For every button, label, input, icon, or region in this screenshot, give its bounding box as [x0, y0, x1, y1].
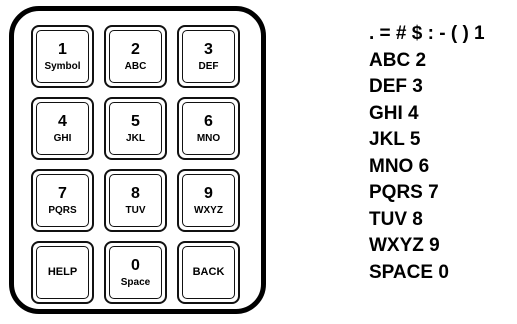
key-letters: PQRS [48, 204, 77, 216]
key-1[interactable]: 1 Symbol [31, 25, 94, 88]
help-key[interactable]: HELP [31, 241, 94, 304]
key-legend: . = # $ : - ( ) 1 ABC 2 DEF 3 GHI 4 JKL … [369, 21, 485, 286]
legend-item-pqrs: PQRS 7 [369, 182, 439, 203]
key-7[interactable]: 7 PQRS [31, 169, 94, 232]
key-0[interactable]: 0 Space [104, 241, 167, 304]
legend-item-jkl: JKL 5 [369, 129, 421, 150]
legend-item-wxyz: WXYZ 9 [369, 235, 440, 256]
key-letters: BACK [192, 266, 225, 278]
key-letters: Symbol [44, 60, 81, 72]
key-letters: JKL [126, 132, 145, 144]
key-2[interactable]: 2 ABC [104, 25, 167, 88]
keypad-panel: 1 Symbol 2 ABC 3 DEF 4 GHI 5 JKL 6 MNO 7… [9, 6, 266, 314]
key-digit: 3 [204, 40, 213, 58]
legend-item-def: DEF 3 [369, 76, 423, 97]
key-digit: 2 [131, 40, 140, 58]
key-4[interactable]: 4 GHI [31, 97, 94, 160]
key-digit: 0 [131, 256, 140, 274]
key-letters: HELP [47, 266, 78, 278]
key-digit: 1 [58, 40, 67, 58]
key-letters: WXYZ [194, 204, 223, 216]
key-digit: 9 [204, 184, 213, 202]
key-digit: 7 [58, 184, 67, 202]
legend-item-symbols: . = # $ : - ( ) 1 [369, 23, 485, 44]
key-digit: 4 [58, 112, 67, 130]
legend-item-space: SPACE 0 [369, 261, 449, 283]
legend-item-tuv: TUV 8 [369, 208, 423, 230]
key-8[interactable]: 8 TUV [104, 169, 167, 232]
key-letters: Space [120, 276, 151, 288]
key-letters: DEF [198, 60, 219, 72]
legend-item-mno: MNO 6 [369, 155, 430, 177]
legend-item-abc: ABC 2 [369, 49, 427, 71]
key-digit: 8 [131, 184, 140, 202]
key-3[interactable]: 3 DEF [177, 25, 240, 88]
key-digit: 6 [204, 112, 213, 130]
back-key[interactable]: BACK [177, 241, 240, 304]
key-letters: TUV [125, 204, 146, 216]
key-letters: ABC [124, 60, 147, 72]
key-6[interactable]: 6 MNO [177, 97, 240, 160]
key-grid: 1 Symbol 2 ABC 3 DEF 4 GHI 5 JKL 6 MNO 7… [31, 25, 240, 304]
key-letters: MNO [196, 132, 221, 144]
key-letters: GHI [53, 132, 72, 144]
key-5[interactable]: 5 JKL [104, 97, 167, 160]
key-digit: 5 [131, 112, 140, 130]
legend-item-ghi: GHI 4 [369, 102, 419, 124]
key-9[interactable]: 9 WXYZ [177, 169, 240, 232]
